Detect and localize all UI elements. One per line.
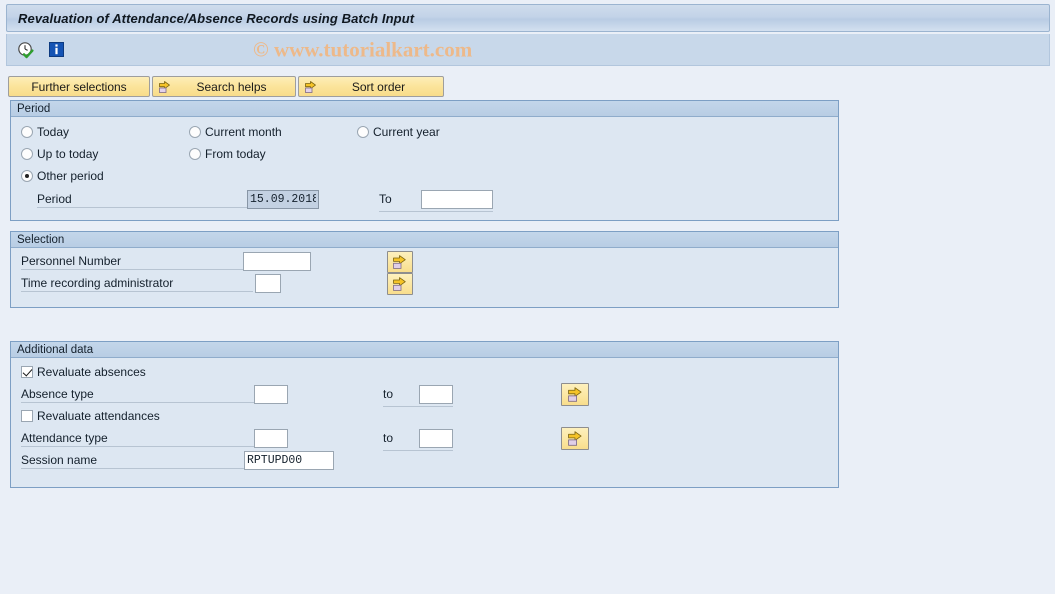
radio-other-period[interactable]: Other period	[21, 169, 104, 183]
attendance-to-label: to	[383, 431, 394, 445]
additional-data-panel-title: Additional data	[17, 343, 94, 356]
revaluate-attendances-checkbox[interactable]	[21, 410, 33, 422]
revaluate-attendances-checkbox-row[interactable]: Revaluate attendances	[21, 409, 160, 423]
info-icon[interactable]	[45, 39, 67, 61]
period-panel-body: Today Current month Current year Up to t…	[11, 117, 838, 221]
attendance-type-to-input[interactable]	[419, 429, 453, 448]
further-selections-button[interactable]: Further selections	[8, 76, 150, 97]
radio-up-to-today-label: Up to today	[37, 147, 99, 161]
radio-from-today-label: From today	[205, 147, 266, 161]
attendance-type-from-input[interactable]	[254, 429, 288, 448]
selection-button-row: Further selections Search helps Sort ord…	[8, 76, 444, 97]
attendance-type-label: Attendance type	[21, 431, 254, 447]
multiple-selection-arrow-icon	[567, 387, 582, 402]
period-to-input[interactable]	[421, 190, 493, 209]
watermark-text: © www.tutorialkart.com	[253, 37, 473, 61]
radio-current-month-label: Current month	[205, 125, 282, 139]
personnel-number-input[interactable]	[243, 252, 311, 271]
period-field-label: Period	[37, 192, 252, 208]
sort-order-button[interactable]: Sort order	[298, 76, 444, 97]
absence-to-label: to	[383, 387, 394, 401]
time-recording-administrator-input[interactable]	[255, 274, 281, 293]
session-name-label: Session name	[21, 453, 244, 469]
time-recording-administrator-label: Time recording administrator	[21, 276, 253, 292]
radio-today[interactable]: Today	[21, 125, 69, 139]
absence-to-underline	[383, 406, 453, 407]
attendance-to-underline	[383, 450, 453, 451]
clock-check-icon[interactable]	[15, 39, 37, 61]
additional-data-panel-body: Revaluate absences Absence type to Reval…	[11, 358, 838, 488]
radio-current-year-control[interactable]	[357, 126, 369, 138]
sort-order-label: Sort order	[351, 79, 406, 94]
page-title: Revaluation of Attendance/Absence Record…	[18, 10, 415, 26]
absence-type-to-input[interactable]	[419, 385, 453, 404]
window-title-bar: Revaluation of Attendance/Absence Record…	[6, 4, 1050, 32]
additional-data-panel-header: Additional data	[11, 342, 838, 358]
period-panel: Period Today Current month Current year …	[10, 100, 839, 221]
personnel-number-label: Personnel Number	[21, 254, 243, 270]
radio-current-year[interactable]: Current year	[357, 125, 440, 139]
radio-up-to-today-control[interactable]	[21, 148, 33, 160]
to-underline	[379, 211, 493, 212]
period-to-label: To	[379, 192, 392, 206]
radio-current-month-control[interactable]	[189, 126, 201, 138]
revaluate-absences-checkbox-row[interactable]: Revaluate absences	[21, 365, 146, 379]
absence-type-from-input[interactable]	[254, 385, 288, 404]
absence-type-multiple-selection-button[interactable]	[561, 383, 589, 406]
attendance-type-multiple-selection-button[interactable]	[561, 427, 589, 450]
selection-panel-header: Selection	[11, 232, 838, 248]
arrow-right-icon	[157, 79, 172, 94]
radio-from-today-control[interactable]	[189, 148, 201, 160]
session-name-input[interactable]	[244, 451, 334, 470]
multiple-selection-arrow-icon	[393, 255, 406, 269]
period-date-input[interactable]	[247, 190, 319, 209]
selection-panel: Selection Personnel Number Time recordin…	[10, 231, 839, 308]
additional-data-panel: Additional data Revaluate absences Absen…	[10, 341, 839, 488]
application-toolbar: © www.tutorialkart.com	[6, 34, 1050, 66]
selection-panel-title: Selection	[17, 233, 65, 246]
period-panel-header: Period	[11, 101, 838, 117]
radio-current-month[interactable]: Current month	[189, 125, 282, 139]
radio-today-control[interactable]	[21, 126, 33, 138]
absence-type-label: Absence type	[21, 387, 254, 403]
selection-panel-body: Personnel Number Time recording administ…	[11, 248, 838, 308]
multiple-selection-arrow-icon	[393, 277, 406, 291]
further-selections-label: Further selections	[31, 79, 127, 94]
radio-current-year-label: Current year	[373, 125, 440, 139]
radio-up-to-today[interactable]: Up to today	[21, 147, 98, 161]
arrow-right-icon	[303, 79, 318, 94]
radio-other-period-control[interactable]	[21, 170, 33, 182]
revaluate-absences-checkbox[interactable]	[21, 366, 33, 378]
radio-today-label: Today	[37, 125, 70, 139]
radio-other-period-label: Other period	[37, 169, 104, 183]
radio-from-today[interactable]: From today	[189, 147, 266, 161]
sap-screen: Revaluation of Attendance/Absence Record…	[0, 0, 1055, 594]
period-panel-title: Period	[17, 102, 51, 115]
search-helps-label: Search helps	[196, 79, 267, 94]
revaluate-attendances-label: Revaluate attendances	[37, 409, 160, 423]
multiple-selection-arrow-icon	[567, 431, 582, 446]
personnel-number-multiple-selection-button[interactable]	[387, 251, 413, 273]
time-recording-administrator-multiple-selection-button[interactable]	[387, 273, 413, 295]
revaluate-absences-label: Revaluate absences	[37, 365, 146, 379]
search-helps-button[interactable]: Search helps	[152, 76, 296, 97]
